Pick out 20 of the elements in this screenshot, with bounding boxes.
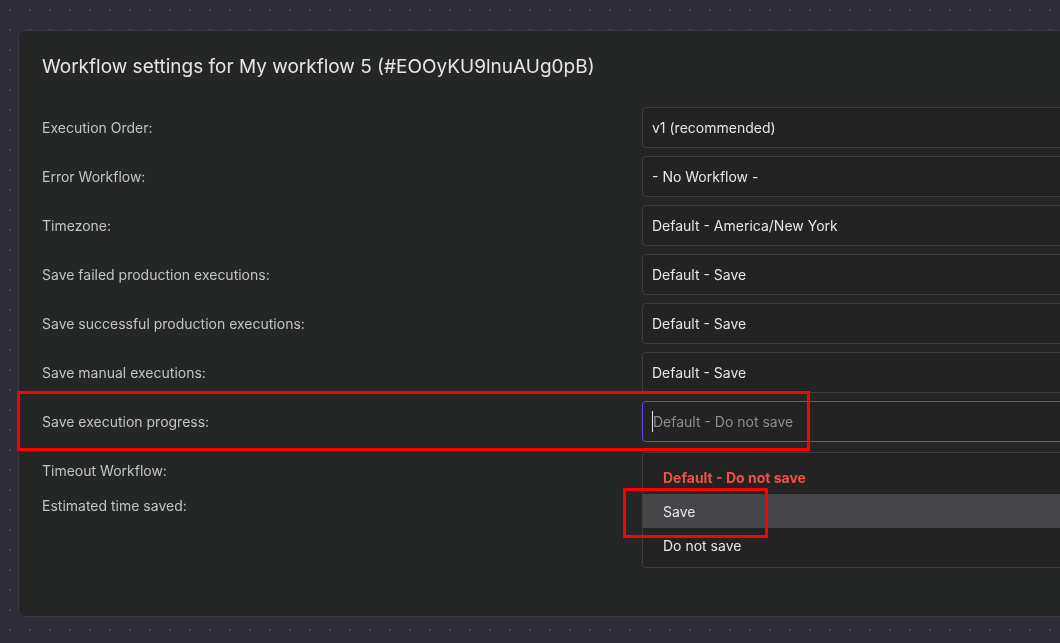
select-field[interactable]: Default - Save	[642, 254, 1060, 295]
select-field[interactable]: Default - America/New York	[642, 205, 1060, 246]
select-field[interactable]: Default - Do not save	[642, 401, 1060, 442]
dropdown-option[interactable]: Save	[643, 494, 1060, 528]
setting-label: Execution Order:	[42, 118, 153, 138]
select-field[interactable]: v1 (recommended)	[642, 107, 1060, 148]
setting-label: Save manual executions:	[42, 363, 206, 383]
setting-label: Save successful production executions:	[42, 314, 305, 334]
select-field[interactable]: Default - Save	[642, 352, 1060, 393]
setting-label: Save execution progress:	[42, 412, 210, 432]
setting-label: Estimated time saved:	[42, 497, 187, 514]
setting-label: Error Workflow:	[42, 167, 146, 187]
dialog-title: Workflow settings for My workflow 5 (#EOOyKU9lnuAUg0pB)	[42, 54, 596, 80]
select-field[interactable]: - No Workflow -	[642, 156, 1060, 197]
setting-label: Save failed production executions:	[42, 265, 270, 285]
dropdown-option[interactable]: Default - Do not save	[643, 460, 1060, 494]
setting-label: Timeout Workflow:	[42, 462, 167, 479]
dropdown-option[interactable]: Do not save	[643, 528, 1060, 562]
select-field[interactable]: Default - Save	[642, 303, 1060, 344]
setting-label: Timezone:	[42, 216, 112, 236]
